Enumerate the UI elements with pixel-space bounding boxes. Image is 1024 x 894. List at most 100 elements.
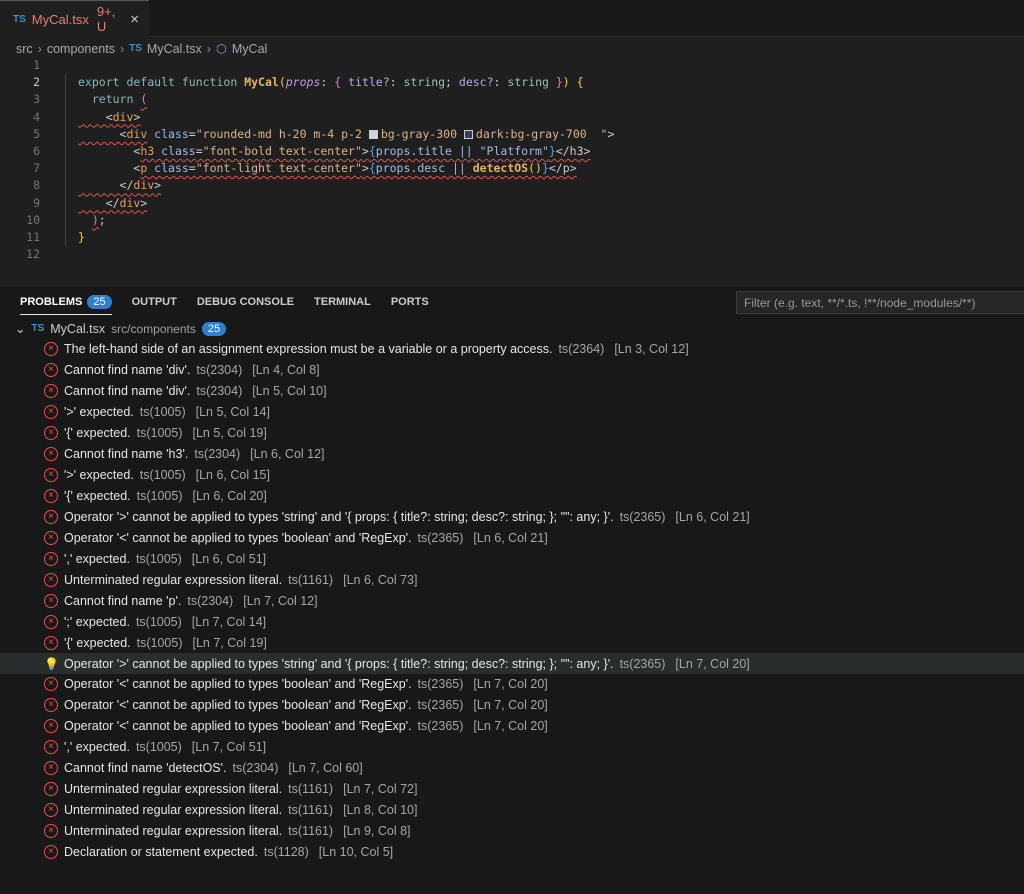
problem-item[interactable]: ×Operator '>' cannot be applied to types…	[0, 507, 1024, 528]
problem-location: [Ln 5, Col 19]	[193, 426, 267, 440]
problem-item[interactable]: ×Operator '<' cannot be applied to types…	[0, 674, 1024, 695]
code-line[interactable]: 4 <div>	[0, 109, 1024, 126]
code-token: string	[507, 75, 549, 89]
color-swatch-icon[interactable]	[464, 130, 473, 139]
problem-item[interactable]: ×Operator '<' cannot be applied to types…	[0, 716, 1024, 737]
problem-item[interactable]: ×Unterminated regular expression literal…	[0, 821, 1024, 842]
problem-message: ',' expected.	[64, 552, 130, 566]
code-token: }	[549, 144, 556, 158]
code-line[interactable]: 6 <h3 class="font-bold text-center">{pro…	[0, 143, 1024, 160]
tab-debug-console[interactable]: DEBUG CONSOLE	[197, 286, 294, 318]
problem-item[interactable]: ×Declaration or statement expected.ts(11…	[0, 842, 1024, 863]
editor[interactable]: src› components› TS MyCal.tsx› ⬡ MyCal 1…	[0, 37, 1024, 285]
problem-item[interactable]: ×Cannot find name 'div'.ts(2304)[Ln 5, C…	[0, 381, 1024, 402]
code-line[interactable]: 10 );	[0, 212, 1024, 229]
code-token: :	[494, 75, 508, 89]
breadcrumb-components[interactable]: components	[47, 42, 115, 56]
error-icon: ×	[44, 845, 58, 859]
problem-item[interactable]: ×',' expected.ts(1005)[Ln 6, Col 51]	[0, 548, 1024, 569]
problem-code: ts(1161)	[288, 573, 333, 587]
problem-location: [Ln 7, Col 12]	[243, 594, 317, 608]
lightbulb-icon[interactable]: 💡	[44, 657, 58, 671]
tab-mycal[interactable]: TS MyCal.tsx 9+, U ×	[0, 0, 149, 37]
tab-problems[interactable]: PROBLEMS25	[20, 286, 112, 318]
error-icon: ×	[44, 426, 58, 440]
problem-item[interactable]: ×Unterminated regular expression literal…	[0, 800, 1024, 821]
tab-output[interactable]: OUTPUT	[132, 286, 177, 318]
code-token: detectOS	[473, 161, 528, 175]
code-line[interactable]: 12	[0, 246, 1024, 263]
file-path: src/components	[111, 322, 196, 336]
close-icon[interactable]: ×	[130, 11, 139, 28]
code-token: >	[133, 110, 140, 124]
code-token: ;	[445, 75, 459, 89]
line-number: 6	[0, 143, 40, 160]
tab-ports[interactable]: PORTS	[391, 286, 429, 318]
code-line[interactable]: 1	[0, 57, 1024, 74]
error-icon: ×	[44, 447, 58, 461]
symbol-function-icon: ⬡	[216, 41, 227, 56]
code-token: desc?	[459, 75, 494, 89]
code-token: export default	[78, 75, 182, 89]
problem-location: [Ln 7, Col 20]	[473, 719, 547, 733]
problem-item[interactable]: ×'{' expected.ts(1005)[Ln 5, Col 19]	[0, 423, 1024, 444]
code-token	[570, 75, 577, 89]
tab-terminal[interactable]: TERMINAL	[314, 286, 371, 318]
file-name: MyCal.tsx	[50, 322, 105, 336]
code-line[interactable]: 7 <p class="font-light text-center">{pro…	[0, 160, 1024, 177]
problem-file-group[interactable]: ⌄ TS MyCal.tsx src/components 25	[0, 318, 1024, 339]
problem-item[interactable]: ×Unterminated regular expression literal…	[0, 779, 1024, 800]
problem-item[interactable]: ×Cannot find name 'div'.ts(2304)[Ln 4, C…	[0, 360, 1024, 381]
line-number: 1	[0, 57, 40, 74]
problem-location: [Ln 7, Col 19]	[193, 636, 267, 650]
code-line[interactable]: 5 <div class="rounded-md h-20 m-4 p-2 bg…	[0, 126, 1024, 143]
chevron-down-icon[interactable]: ⌄	[15, 321, 25, 336]
problem-item[interactable]: 💡Operator '>' cannot be applied to types…	[0, 653, 1024, 674]
problem-item[interactable]: ×Operator '<' cannot be applied to types…	[0, 695, 1024, 716]
code-line[interactable]: 3 return (	[0, 91, 1024, 108]
tab-bar: TS MyCal.tsx 9+, U ×	[0, 0, 1024, 37]
error-icon: ×	[44, 489, 58, 503]
problem-location: [Ln 6, Col 51]	[192, 552, 266, 566]
code-token: class	[147, 161, 189, 175]
line-text: <div>	[78, 109, 140, 126]
problem-item[interactable]: ×Unterminated regular expression literal…	[0, 569, 1024, 590]
problem-item[interactable]: ×'>' expected.ts(1005)[Ln 5, Col 14]	[0, 402, 1024, 423]
typescript-icon: TS	[129, 43, 142, 54]
problem-item[interactable]: ×Cannot find name 'p'.ts(2304)[Ln 7, Col…	[0, 590, 1024, 611]
problem-item[interactable]: ×'>' expected.ts(1005)[Ln 6, Col 15]	[0, 465, 1024, 486]
error-icon: ×	[44, 531, 58, 545]
line-number: 7	[0, 160, 40, 177]
breadcrumb-file[interactable]: MyCal.tsx	[147, 42, 202, 56]
code-token: }	[542, 161, 549, 175]
error-icon: ×	[44, 510, 58, 524]
code-line[interactable]: 11}	[0, 229, 1024, 246]
breadcrumb-src[interactable]: src	[16, 42, 33, 56]
code-token: class	[147, 127, 189, 141]
problem-message: '{' expected.	[64, 489, 131, 503]
code-token: >	[140, 196, 147, 210]
problem-item[interactable]: ×',' expected.ts(1005)[Ln 7, Col 51]	[0, 737, 1024, 758]
code-line[interactable]: 8 </div>	[0, 177, 1024, 194]
code-token: h3	[140, 144, 154, 158]
problem-message: '>' expected.	[64, 468, 134, 482]
code-token: props	[286, 75, 321, 89]
problem-message: Cannot find name 'div'.	[64, 384, 190, 398]
error-icon: ×	[44, 719, 58, 733]
error-icon: ×	[44, 740, 58, 754]
problem-item[interactable]: ×Cannot find name 'detectOS'.ts(2304)[Ln…	[0, 758, 1024, 779]
color-swatch-icon[interactable]	[369, 130, 378, 139]
code-line[interactable]: 2export default function MyCal(props: { …	[0, 74, 1024, 91]
breadcrumb-symbol[interactable]: MyCal	[232, 42, 267, 56]
problem-item[interactable]: ×The left-hand side of an assignment exp…	[0, 339, 1024, 360]
problem-item[interactable]: ×Cannot find name 'h3'.ts(2304)[Ln 6, Co…	[0, 444, 1024, 465]
line-number: 4	[0, 109, 40, 126]
problem-item[interactable]: ×Operator '<' cannot be applied to types…	[0, 527, 1024, 548]
problem-item[interactable]: ×';' expected.ts(1005)[Ln 7, Col 14]	[0, 611, 1024, 632]
problem-item[interactable]: ×'{' expected.ts(1005)[Ln 7, Col 19]	[0, 632, 1024, 653]
problem-code: ts(2364)	[558, 342, 604, 356]
code-line[interactable]: 9 </div>	[0, 195, 1024, 212]
code-area[interactable]: 12export default function MyCal(props: {…	[0, 57, 1024, 263]
problems-filter-input[interactable]: Filter (e.g. text, **/*.ts, !**/node_mod…	[736, 291, 1024, 314]
problem-item[interactable]: ×'{' expected.ts(1005)[Ln 6, Col 20]	[0, 486, 1024, 507]
